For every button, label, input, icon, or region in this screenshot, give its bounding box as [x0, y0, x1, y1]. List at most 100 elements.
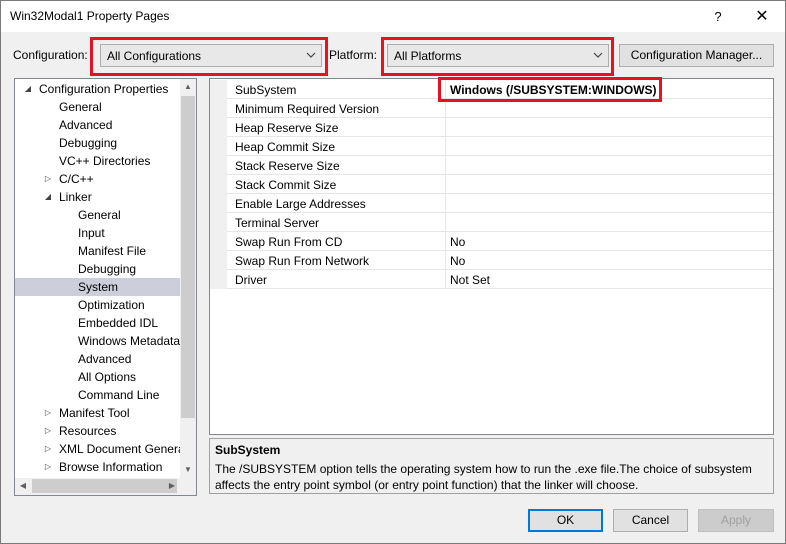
tree-collapse-icon[interactable]: ◢	[23, 80, 33, 98]
property-name: Swap Run From Network	[235, 254, 370, 268]
tree-item[interactable]: Windows Metadata	[15, 332, 182, 350]
tree-item[interactable]: ▷ Browse Information	[15, 458, 182, 476]
window-title: Win32Modal1 Property Pages	[10, 9, 170, 23]
tree-expand-icon[interactable]: ▷	[43, 170, 53, 188]
tree-horizontal-scroll-thumb[interactable]	[32, 479, 177, 493]
category-tree: ◢ Configuration Properties General Advanced…	[14, 78, 197, 496]
row-gutter	[210, 232, 227, 251]
property-row[interactable]: Stack Reserve Size	[210, 156, 773, 175]
tree-item-label: System	[78, 280, 119, 294]
property-row[interactable]: Terminal Server	[210, 213, 773, 232]
tree-item-label: Command Line	[78, 388, 160, 402]
configuration-manager-button[interactable]: Configuration Manager...	[619, 44, 774, 67]
row-gutter	[210, 251, 227, 270]
property-name: Driver	[235, 273, 267, 287]
property-name: Stack Commit Size	[235, 178, 337, 192]
tree-item[interactable]: ◢ Linker	[15, 188, 182, 206]
tree-expand-icon[interactable]: ▷	[43, 422, 53, 440]
property-row[interactable]: Heap Reserve Size	[210, 118, 773, 137]
tree-item-label: Browse Information	[59, 460, 163, 474]
column-separator	[445, 251, 446, 270]
tree-item[interactable]: Optimization	[15, 296, 182, 314]
tree-item-label: C/C++	[59, 172, 94, 186]
column-separator	[445, 137, 446, 156]
tree-item-label: Resources	[59, 424, 117, 438]
tree-item[interactable]: Advanced	[15, 350, 182, 368]
tree-item[interactable]: Command Line	[15, 386, 182, 404]
configuration-highlight-box	[90, 37, 328, 76]
tree-expand-icon[interactable]: ▷	[43, 458, 53, 476]
cancel-button[interactable]: Cancel	[613, 509, 688, 532]
column-separator	[445, 118, 446, 137]
tree-item-label: Embedded IDL	[78, 316, 159, 330]
help-button[interactable]: ?	[695, 1, 741, 32]
row-gutter	[210, 99, 227, 118]
tree-item-label: Configuration Properties	[39, 82, 169, 96]
tree-item[interactable]: All Options	[15, 368, 182, 386]
tree-expand-icon[interactable]: ▷	[43, 440, 53, 458]
property-name: Terminal Server	[235, 216, 320, 230]
tree-item[interactable]: ▷ C/C++	[15, 170, 182, 188]
column-separator	[445, 194, 446, 213]
tree-item[interactable]: VC++ Directories	[15, 152, 182, 170]
row-gutter	[210, 156, 227, 175]
tree-item[interactable]: Advanced	[15, 116, 182, 134]
tree-item[interactable]: Manifest File	[15, 242, 182, 260]
property-row[interactable]: Driver Not Set	[210, 270, 773, 289]
tree-item-label: Input	[78, 226, 105, 240]
tree-item-label: Manifest File	[78, 244, 147, 258]
tree-item-label: General	[78, 208, 121, 222]
tree-collapse-icon[interactable]: ◢	[43, 188, 53, 206]
property-row[interactable]: Swap Run From CD No	[210, 232, 773, 251]
property-value[interactable]: No	[450, 235, 465, 249]
platform-highlight-box	[381, 37, 614, 76]
tree-item[interactable]: ▷ Manifest Tool	[15, 404, 182, 422]
scroll-left-arrow-icon[interactable]: ◀	[15, 481, 31, 490]
property-grid: SubSystem Windows (/SUBSYSTEM:WINDOWS) Min…	[209, 78, 774, 435]
tree-item[interactable]: Debugging	[15, 134, 182, 152]
property-row[interactable]: Swap Run From Network No	[210, 251, 773, 270]
row-gutter	[210, 137, 227, 156]
column-separator	[445, 213, 446, 232]
tree-item[interactable]: General	[15, 206, 182, 224]
tree-item[interactable]: ◢ Configuration Properties	[15, 80, 182, 98]
tree-horizontal-scrollbar[interactable]: ◀ ▶	[15, 478, 196, 495]
tree-vertical-scrollbar[interactable]: ▲ ▼	[180, 79, 196, 479]
property-name: Swap Run From CD	[235, 235, 343, 249]
scroll-right-arrow-icon[interactable]: ▶	[164, 481, 180, 490]
column-separator	[445, 175, 446, 194]
scroll-down-arrow-icon[interactable]: ▼	[180, 465, 196, 474]
title-bar: Win32Modal1 Property Pages ? ✕	[1, 1, 785, 32]
tree-item-label: XML Document Genera	[59, 442, 185, 456]
property-name: Heap Commit Size	[235, 140, 336, 154]
tree-vertical-scroll-thumb[interactable]	[181, 96, 195, 418]
tree-item[interactable]: System	[15, 278, 182, 296]
column-separator	[445, 156, 446, 175]
tree-item-label: Optimization	[78, 298, 145, 312]
tree-item[interactable]: Embedded IDL	[15, 314, 182, 332]
tree-item-label: General	[59, 100, 102, 114]
tree-expand-icon[interactable]: ▷	[43, 404, 53, 422]
property-value[interactable]: Not Set	[450, 273, 490, 287]
row-gutter	[210, 118, 227, 137]
property-name: Stack Reserve Size	[235, 159, 340, 173]
property-name: Minimum Required Version	[235, 102, 380, 116]
tree-item-label: Debugging	[59, 136, 118, 150]
property-row[interactable]: Stack Commit Size	[210, 175, 773, 194]
property-value[interactable]: No	[450, 254, 465, 268]
apply-button[interactable]: Apply	[698, 509, 774, 532]
tree-item[interactable]: ▷ XML Document Genera	[15, 440, 185, 458]
tree-item[interactable]: ▷ Resources	[15, 422, 182, 440]
property-row[interactable]: Heap Commit Size	[210, 137, 773, 156]
scroll-up-arrow-icon[interactable]: ▲	[180, 82, 196, 91]
property-name: SubSystem	[235, 83, 297, 97]
ok-button[interactable]: OK	[528, 509, 603, 532]
tree-item[interactable]: Debugging	[15, 260, 182, 278]
row-gutter	[210, 80, 227, 99]
tree-item[interactable]: Input	[15, 224, 182, 242]
close-button[interactable]: ✕	[739, 1, 785, 32]
configuration-label: Configuration:	[13, 48, 88, 62]
property-row[interactable]: Enable Large Addresses	[210, 194, 773, 213]
tree-item[interactable]: General	[15, 98, 182, 116]
row-gutter	[210, 175, 227, 194]
